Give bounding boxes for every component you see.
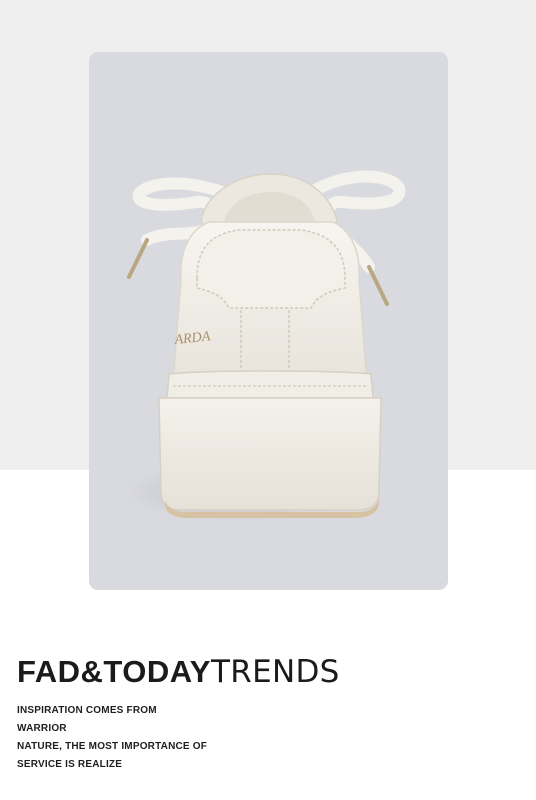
tagline-line-4: SERVICE IS REALIZE bbox=[17, 759, 123, 770]
tagline-text: INSPIRATION COMES FROM WARRIOR NATURE, T… bbox=[17, 702, 317, 774]
sneaker-illustration: ARDA bbox=[124, 170, 406, 522]
product-photo-card: ARDA bbox=[89, 52, 448, 590]
tagline-line-1: INSPIRATION COMES FROM bbox=[17, 705, 157, 716]
headline: FAD&TODAYTRENDS bbox=[17, 650, 457, 694]
headline-fad: FAD bbox=[17, 654, 81, 689]
sole-rim bbox=[166, 370, 374, 399]
sole bbox=[158, 397, 382, 511]
headline-trends: TRENDS bbox=[211, 654, 340, 690]
headline-today: TODAY bbox=[103, 654, 211, 689]
tagline-line-2: WARRIOR bbox=[17, 723, 67, 734]
tagline-line-3: NATURE, THE MOST IMPORTANCE OF bbox=[17, 741, 208, 752]
headline-ampersand: & bbox=[80, 654, 104, 689]
